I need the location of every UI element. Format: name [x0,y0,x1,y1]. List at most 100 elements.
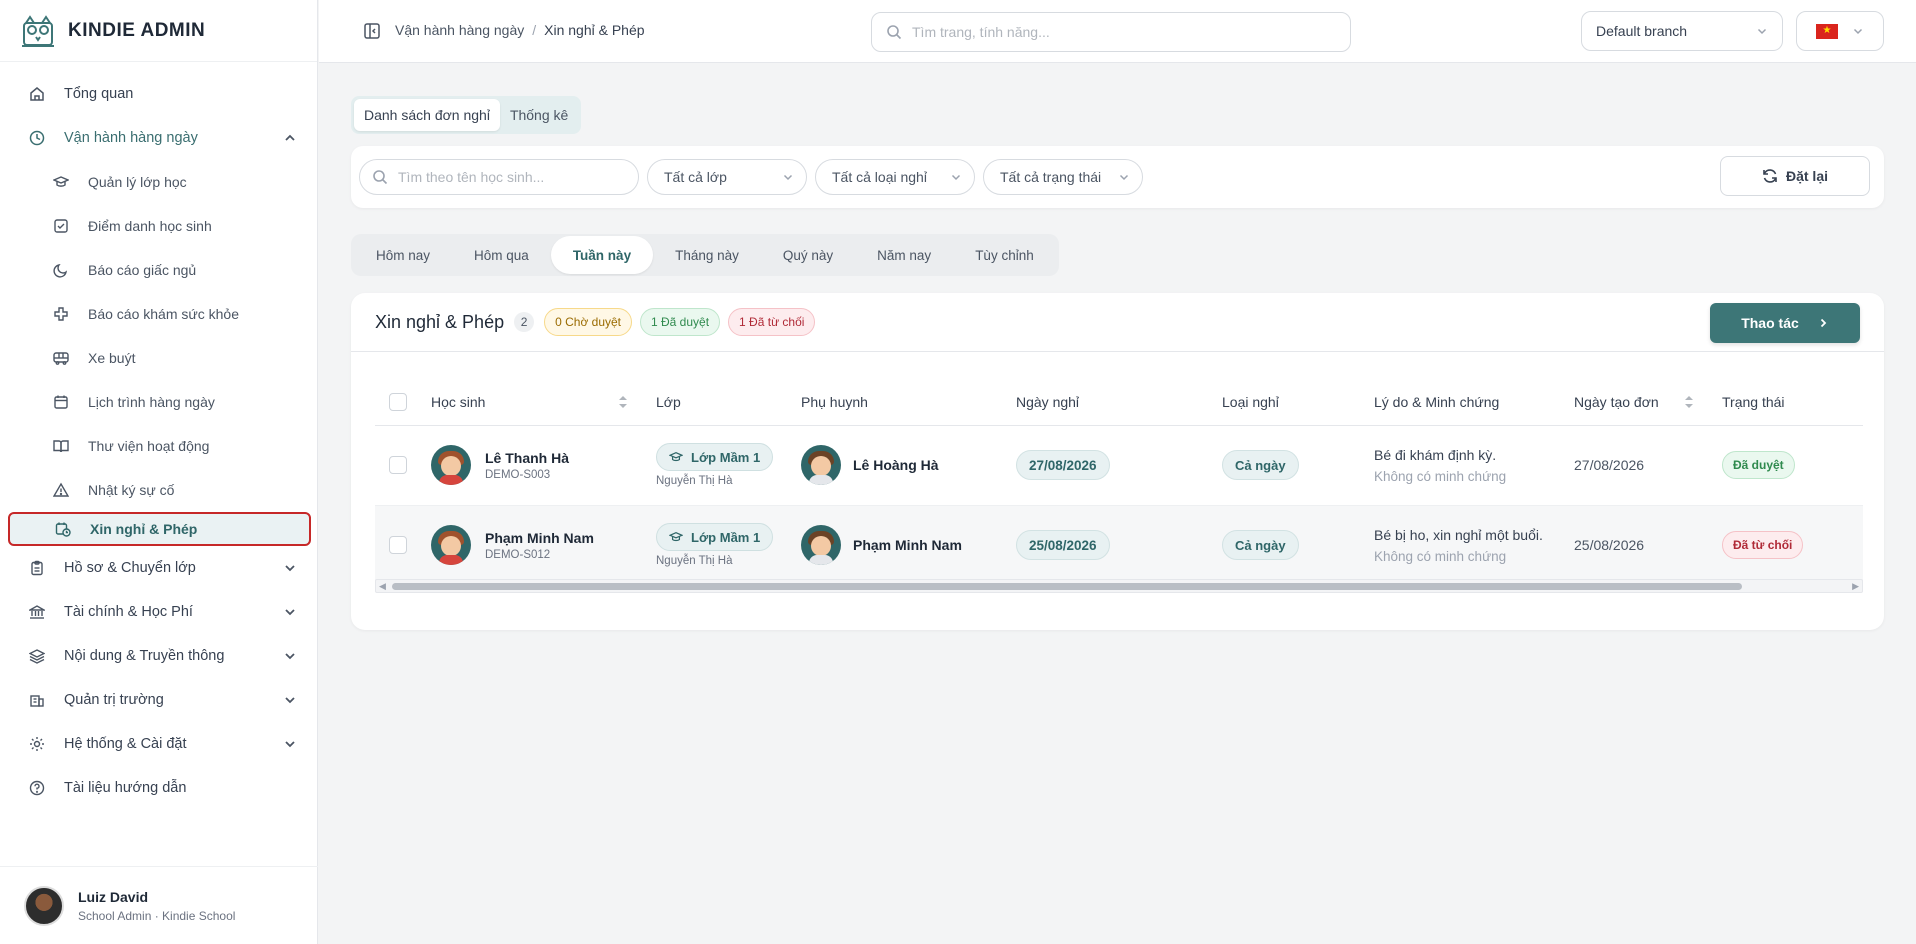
period-tab-yesterday[interactable]: Hôm qua [452,236,551,274]
reset-button[interactable]: Đặt lại [1720,156,1870,196]
sidebar-item-label: Lịch trình hàng ngày [88,394,215,410]
sidebar-toggle-icon[interactable] [363,22,381,40]
sidebar-item-label: Nhật ký sự cố [88,482,175,498]
branch-select[interactable]: Default branch [1581,11,1783,51]
global-search-input[interactable] [912,24,1332,40]
check-square-icon [52,217,70,235]
sidebar-item-bus[interactable]: Xe buýt [22,336,317,380]
sidebar-item-incident-log[interactable]: Nhật ký sự cố [22,468,317,512]
class-filter[interactable]: Tất cả lớp [647,159,807,195]
status-filter[interactable]: Tất cả trạng thái [983,159,1143,195]
brand[interactable]: KINDIE ADMIN [0,0,317,62]
sidebar-item-school-admin[interactable]: Quản trị trường [0,678,317,722]
leave-date: 25/08/2026 [1016,530,1110,560]
col-student[interactable]: Học sinh [415,380,640,426]
leave-type-filter-value: Tất cả loại nghỉ [832,169,927,185]
leave-list-card: Xin nghỉ & Phép 2 0 Chờ duyệt 1 Đã duyệt… [351,293,1884,630]
scrollbar-thumb[interactable] [392,583,1742,590]
calendar-clock-icon [54,520,72,538]
sidebar-item-overview[interactable]: Tổng quan [0,72,317,116]
sidebar-item-daily-operations[interactable]: Vận hành hàng ngày [0,116,317,160]
search-icon [887,25,902,40]
sidebar-item-records[interactable]: Hồ sơ & Chuyển lớp [0,546,317,590]
refresh-icon [1763,169,1777,183]
col-created-label: Ngày tạo đơn [1574,394,1659,411]
col-created[interactable]: Ngày tạo đơn [1558,380,1706,426]
class-name: Lớp Mầm 1 [691,449,761,465]
sidebar-item-label: Điểm danh học sinh [88,218,212,234]
approved-badge: 1 Đã duyệt [640,308,721,336]
sidebar-item-class-management[interactable]: Quản lý lớp học [22,160,317,204]
count-badge: 2 [514,312,535,332]
sidebar-item-activity-library[interactable]: Thư viện hoạt động [22,424,317,468]
table-header-row: Học sinh Lớp Phụ huynh Ngày nghỉ Loại ng… [375,380,1863,426]
sidebar-item-label: Nội dung & Truyền thông [64,648,225,664]
view-tabs: Danh sách đơn nghỉ Thống kê [351,96,582,134]
row-checkbox[interactable] [389,456,407,474]
sidebar-item-label: Báo cáo khám sức khỏe [88,306,240,322]
period-tab-this-year[interactable]: Năm nay [855,236,953,274]
col-parent: Phụ huynh [785,380,1000,426]
tab-statistics[interactable]: Thống kê [500,99,578,131]
sidebar-item-label: Tổng quan [64,86,134,102]
sidebar-item-settings[interactable]: Hệ thống & Cài đặt [0,722,317,766]
sidebar-item-health-report[interactable]: Báo cáo khám sức khỏe [22,292,317,336]
building-icon [28,691,46,709]
col-leave-date: Ngày nghỉ [1000,380,1206,426]
sidebar-item-docs[interactable]: Tài liệu hướng dẫn [0,766,317,810]
chevron-down-icon [285,697,295,704]
class-filter-value: Tất cả lớp [664,169,727,185]
layers-icon [28,647,46,665]
chevron-down-icon [951,174,961,181]
leave-type-filter[interactable]: Tất cả loại nghỉ [815,159,975,195]
breadcrumb: Vận hành hàng ngày / Xin nghỉ & Phép [395,22,645,38]
sidebar-item-leave-requests[interactable]: Xin nghỉ & Phép [8,512,311,546]
teacher-name: Nguyễn Thị Hà [656,555,733,567]
status-badge: Đã duyệt [1722,451,1795,479]
brand-name: KINDIE ADMIN [68,19,206,41]
sort-icon[interactable] [618,395,628,409]
sidebar-item-daily-schedule[interactable]: Lịch trình hàng ngày [22,380,317,424]
chevron-down-icon [1853,28,1863,35]
sidebar-item-content[interactable]: Nội dung & Truyền thông [0,634,317,678]
scroll-right-icon[interactable]: ▶ [1852,581,1859,592]
scroll-left-icon[interactable]: ◀ [379,581,386,592]
col-leave-type: Loại nghỉ [1206,380,1358,426]
book-icon [52,437,70,455]
select-all-checkbox[interactable] [389,393,407,412]
branch-select-value: Default branch [1596,23,1688,39]
user-profile[interactable]: Luiz David School Admin · Kindie School [0,866,318,944]
tab-leave-list[interactable]: Danh sách đơn nghỉ [354,99,500,131]
sidebar: KINDIE ADMIN Tổng quan Vận hành hàng ngà… [0,0,318,944]
breadcrumb-item[interactable]: Vận hành hàng ngày [395,22,524,38]
created-date: 25/08/2026 [1558,505,1706,586]
home-icon [28,85,46,103]
horizontal-scrollbar[interactable]: ◀ ▶ [375,579,1863,593]
list-header: Xin nghỉ & Phép 2 0 Chờ duyệt 1 Đã duyệt… [351,293,1884,352]
table-row[interactable]: Lê Thanh Hà DEMO-S003 Lớp Mầm 1 Nguyễn T… [375,425,1863,506]
chevron-up-icon [285,134,295,141]
sort-icon[interactable] [1684,395,1694,409]
filter-bar: Tất cả lớp Tất cả loại nghỉ Tất cả trạng… [351,146,1884,208]
student-search[interactable] [359,159,639,195]
global-search[interactable] [871,12,1351,52]
period-tab-custom[interactable]: Tùy chỉnh [953,236,1056,274]
sidebar-item-sleep-report[interactable]: Báo cáo giấc ngủ [22,248,317,292]
period-tab-this-week[interactable]: Tuần này [550,236,654,274]
help-circle-icon [28,779,46,797]
chevron-down-icon [1119,174,1129,181]
row-checkbox[interactable] [389,536,407,554]
search-icon [373,170,388,185]
actions-button[interactable]: Thao tác [1710,303,1860,343]
period-tab-this-month[interactable]: Tháng này [653,236,761,274]
sidebar-item-attendance[interactable]: Điểm danh học sinh [22,204,317,248]
sidebar-item-finance[interactable]: Tài chính & Học Phí [0,590,317,634]
class-badge: Lớp Mầm 1 [656,443,774,471]
chevron-down-icon [285,741,295,748]
student-avatar [431,445,471,485]
language-select[interactable]: ★ [1796,11,1884,51]
period-tab-this-quarter[interactable]: Quý này [761,236,855,274]
period-tab-today[interactable]: Hôm nay [354,236,452,274]
table-row[interactable]: Phạm Minh Nam DEMO-S012 Lớp Mầm 1 Nguyễn… [375,505,1863,586]
student-search-input[interactable] [398,169,638,185]
